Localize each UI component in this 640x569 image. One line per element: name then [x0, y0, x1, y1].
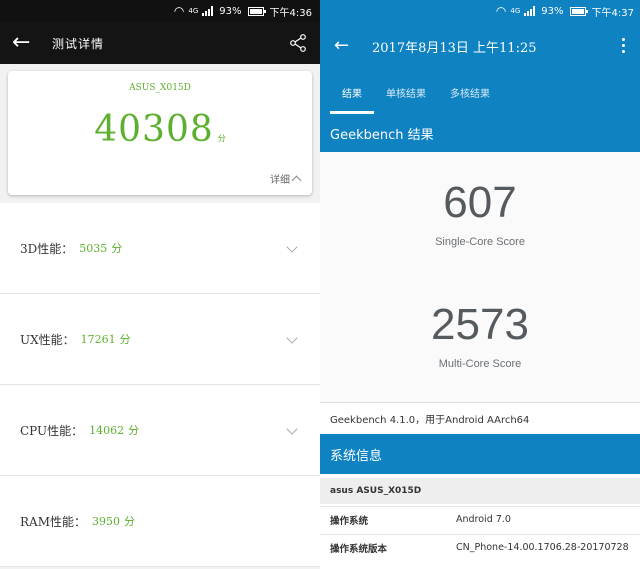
- sysinfo-value: Android 7.0: [456, 514, 511, 525]
- chevron-down-icon: [286, 332, 298, 344]
- network-type: 4G: [188, 6, 199, 15]
- score-item-label: UX性能：: [20, 332, 75, 347]
- network-type: 4G: [510, 6, 521, 15]
- chevron-up-icon: [291, 175, 302, 185]
- battery-icon: [247, 6, 266, 16]
- device-name: ASUS_X015D: [129, 83, 191, 93]
- app-bar: ← 2017年8月13日 上午11:25: [320, 22, 640, 70]
- sysinfo-row: 操作系统 Android 7.0: [320, 506, 640, 534]
- sysinfo-row: 操作系统版本 CN_Phone-14.00.1706.28-20170728: [320, 534, 640, 569]
- detail-toggle[interactable]: 详细: [270, 171, 302, 186]
- app-bar: ← 测试详情: [0, 22, 320, 64]
- signal-icon: [202, 6, 214, 16]
- detail-label: 详细: [270, 175, 290, 186]
- sysinfo-device: asus ASUS_X015D: [320, 478, 640, 504]
- sysinfo-key: 操作系统版本: [330, 544, 388, 555]
- battery-percent: 93%: [541, 5, 564, 17]
- score-item-ram[interactable]: RAM性能： 3950 分: [0, 476, 320, 567]
- tab-bar: 结果 单核结果 多核结果: [320, 70, 640, 114]
- total-score: 40308 分: [8, 109, 312, 150]
- score-item-value: 14062: [89, 423, 125, 437]
- total-score-unit: 分: [217, 134, 226, 143]
- status-time: 下午4:37: [591, 7, 634, 19]
- battery-percent: 93%: [219, 5, 242, 17]
- antutu-panel: ◠ 4G 93% 下午4:36 ← 测试详情 ASUS_X015D 40308 分…: [0, 0, 320, 569]
- page-title: 测试详情: [52, 36, 105, 51]
- sysinfo-key: 操作系统: [330, 516, 369, 527]
- arrow-left-icon[interactable]: ←: [12, 32, 42, 54]
- more-vert-icon[interactable]: [622, 38, 626, 53]
- score-item-3d[interactable]: 3D性能： 5035 分: [0, 203, 320, 294]
- signal-icon: [524, 6, 536, 16]
- status-time: 下午4:36: [269, 7, 312, 19]
- tab-results[interactable]: 结果: [330, 70, 374, 114]
- geekbench-panel: ◠ 4G 93% 下午4:37 ← 2017年8月13日 上午11:25 结果 …: [320, 0, 640, 569]
- score-item-unit: 分: [124, 515, 135, 528]
- chevron-down-icon: [286, 423, 298, 435]
- score-item-unit: 分: [128, 424, 140, 437]
- score-item-ux[interactable]: UX性能： 17261 分: [0, 294, 320, 385]
- total-score-value: 40308: [94, 109, 214, 150]
- page-title: 2017年8月13日 上午11:25: [372, 40, 537, 56]
- score-item-value: 5035: [79, 241, 108, 255]
- tab-multi-core[interactable]: 多核结果: [438, 70, 502, 114]
- sysinfo-section-title: 系统信息: [320, 434, 640, 474]
- sysinfo-value: CN_Phone-14.00.1706.28-20170728: [456, 542, 629, 553]
- score-item-label: CPU性能：: [20, 423, 84, 438]
- score-breakdown-list: 3D性能： 5035 分 UX性能： 17261 分 CPU性能： 14062 …: [0, 203, 320, 567]
- total-score-card: ASUS_X015D 40308 分 详细: [8, 71, 312, 195]
- score-item-label: 3D性能：: [20, 241, 74, 256]
- score-item-value: 17261: [80, 332, 116, 346]
- share-icon[interactable]: [288, 33, 308, 53]
- version-info: Geekbench 4.1.0，用于Android AArch64: [320, 402, 640, 434]
- score-area: 607 Single-Core Score 2573 Multi-Core Sc…: [320, 152, 640, 402]
- score-item-label: RAM性能：: [20, 514, 86, 529]
- chevron-down-icon: [286, 241, 298, 253]
- tab-single-core[interactable]: 单核结果: [374, 70, 438, 114]
- score-item-unit: 分: [111, 242, 123, 255]
- single-core-score: 607: [443, 178, 517, 227]
- multi-core-score: 2573: [431, 300, 529, 349]
- battery-icon: [569, 6, 588, 16]
- status-bar: ◠ 4G 93% 下午4:37: [320, 0, 640, 22]
- status-bar: ◠ 4G 93% 下午4:36: [0, 0, 320, 22]
- results-section-title: Geekbench 结果: [320, 114, 640, 152]
- arrow-left-icon[interactable]: ←: [334, 37, 362, 55]
- score-item-value: 3950: [92, 514, 120, 528]
- score-item-cpu[interactable]: CPU性能： 14062 分: [0, 385, 320, 476]
- wifi-icon: ◠: [495, 4, 507, 18]
- multi-core-label: Multi-Core Score: [438, 358, 522, 370]
- single-core-label: Single-Core Score: [435, 236, 525, 248]
- wifi-icon: ◠: [173, 4, 185, 18]
- score-item-unit: 分: [119, 333, 131, 346]
